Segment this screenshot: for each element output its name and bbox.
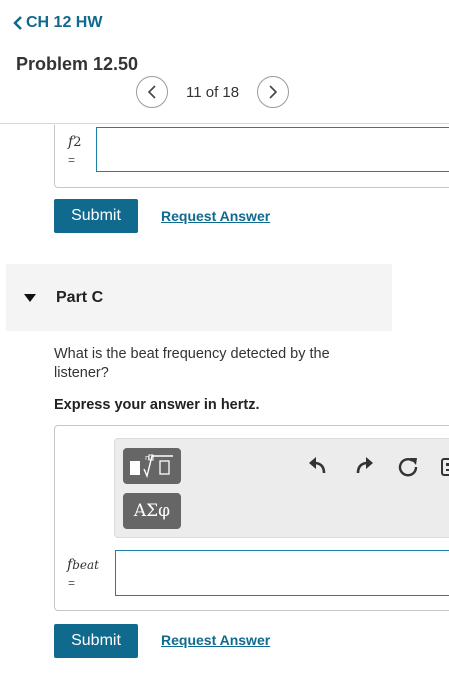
math-toolbar: n ΑΣφ	[114, 438, 449, 538]
chevron-left-icon	[13, 16, 22, 30]
part-c-title: Part C	[56, 288, 104, 306]
triangle-down-icon	[24, 293, 36, 302]
part-c-header[interactable]: Part C	[6, 264, 392, 331]
top-header: CH 12 HW Problem 12.50 11 of 18	[0, 0, 449, 124]
part-b-answer-input[interactable]	[96, 127, 449, 172]
back-to-assignment-link[interactable]: CH 12 HW	[12, 14, 102, 32]
keyboard-icon[interactable]	[441, 456, 449, 478]
part-c-variable-label: fbeat	[67, 557, 99, 573]
part-c-instruction: Express your answer in hertz.	[54, 397, 260, 413]
templates-button[interactable]: n	[123, 448, 181, 484]
problem-pager: 11 of 18	[136, 76, 290, 108]
next-problem-button[interactable]	[257, 76, 290, 108]
part-c-submit-button[interactable]: Submit	[54, 624, 138, 658]
part-c-request-answer-link[interactable]: Request Answer	[161, 632, 270, 648]
part-b-variable-label: f2	[68, 134, 82, 150]
back-link-label: CH 12 HW	[26, 14, 103, 31]
chevron-right-icon	[269, 85, 278, 99]
templates-icon: n	[130, 454, 173, 479]
chevron-left-icon	[147, 85, 156, 99]
pager-position: 11 of 18	[186, 83, 240, 101]
part-c-equals-sign: =	[68, 576, 76, 590]
reset-icon[interactable]	[397, 456, 419, 478]
part-b-submit-button[interactable]: Submit	[54, 199, 138, 233]
problem-title: Problem 12.50	[16, 54, 139, 74]
undo-icon[interactable]	[307, 455, 329, 477]
part-b-request-answer-link[interactable]: Request Answer	[161, 208, 270, 224]
greek-symbols-label: ΑΣφ	[133, 501, 171, 521]
previous-problem-button[interactable]	[136, 76, 168, 108]
redo-icon[interactable]	[353, 455, 375, 477]
part-b-equals-sign: =	[68, 153, 76, 167]
greek-symbols-button[interactable]: ΑΣφ	[123, 493, 181, 529]
part-c-question: What is the beat frequency detected by t…	[54, 346, 330, 381]
part-c-answer-input[interactable]	[115, 550, 449, 596]
